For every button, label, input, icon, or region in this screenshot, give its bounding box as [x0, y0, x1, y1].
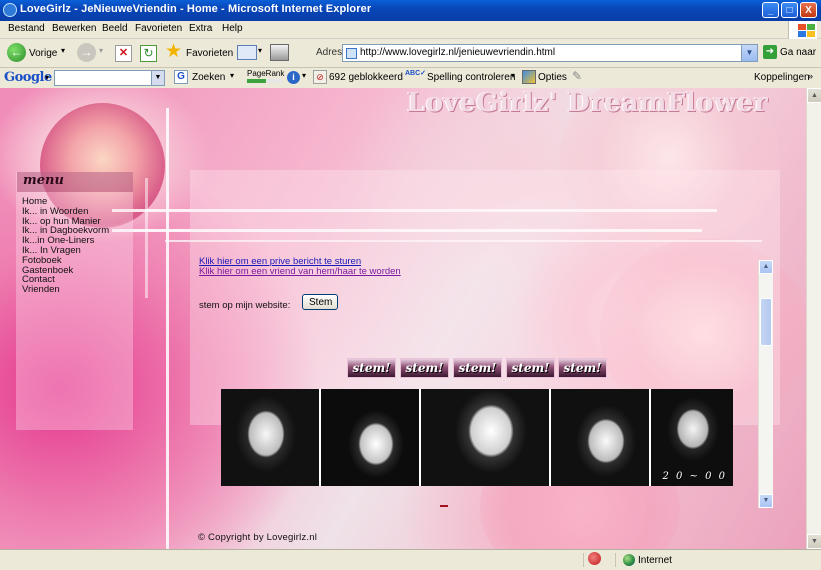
window-titlebar: LoveGirlz - JeNieuweVriendin - Home - Mi… [0, 0, 821, 21]
maximize-button[interactable]: □ [781, 2, 798, 18]
menu-header: menu [17, 172, 133, 192]
photo-strip: 2 0 ~ 0 0 [221, 389, 733, 486]
address-url[interactable]: http://www.lovegirlz.nl/jenieuwevriendin… [360, 47, 555, 58]
google-search-icon[interactable]: G [174, 70, 188, 84]
vote-badge[interactable]: stem! [400, 358, 449, 378]
page-icon [346, 48, 357, 59]
forward-arrow-icon[interactable]: → [77, 43, 96, 62]
popup-blocked-count[interactable]: 692 geblokkeerd [329, 72, 403, 83]
window-scrollbar[interactable]: ▲ ▼ [806, 88, 821, 549]
back-arrow-icon[interactable]: ← [7, 43, 26, 62]
stop-icon[interactable]: ✕ [115, 45, 132, 62]
mail-dropdown-icon[interactable]: ▾ [258, 46, 262, 55]
photo-image [551, 389, 651, 486]
options-icon[interactable] [522, 70, 536, 84]
forward-dropdown-icon[interactable]: ▾ [99, 46, 103, 55]
vote-badge[interactable]: stem! [558, 358, 607, 378]
options-button[interactable]: Opties [538, 72, 567, 83]
decorative-mark [440, 505, 448, 507]
spellcheck-button[interactable]: Spelling controleren [427, 72, 515, 83]
spellcheck-icon[interactable]: ABC✓ [405, 69, 426, 77]
photo-image [421, 389, 551, 486]
photo-image [321, 389, 421, 486]
spellcheck-dropdown-icon[interactable]: ▾ [511, 71, 515, 80]
internet-explorer-icon [3, 3, 17, 17]
content-frame [190, 170, 780, 425]
favorites-star-icon[interactable]: ★ [165, 42, 182, 61]
decorative-vertical-line [166, 108, 169, 549]
print-icon[interactable] [270, 44, 289, 61]
info-dropdown-icon[interactable]: ▾ [302, 71, 306, 80]
back-button-label[interactable]: Vorige [29, 48, 57, 59]
vote-button[interactable]: Stem [302, 294, 338, 310]
links-label[interactable]: Koppelingen [754, 72, 810, 83]
refresh-icon[interactable]: ↻ [140, 45, 157, 62]
links-chevron-icon[interactable]: » [808, 71, 813, 81]
search-dropdown-icon[interactable]: ▾ [230, 71, 234, 80]
favorites-button-label[interactable]: Favorieten [186, 48, 233, 59]
windows-logo-icon [788, 21, 817, 39]
popup-blocker-icon[interactable]: ⊘ [313, 70, 327, 84]
minimize-button[interactable]: _ [762, 2, 779, 18]
menu-bar: Bestand Bewerken Beeld Favorieten Extra … [0, 21, 821, 39]
scroll-up-arrow-icon[interactable]: ▲ [759, 260, 773, 274]
window-title: LoveGirlz - JeNieuweVriendin - Home - Mi… [20, 3, 372, 15]
go-arrow-icon[interactable]: ➜ [763, 45, 777, 59]
menu-bewerken[interactable]: Bewerken [52, 23, 96, 34]
close-button[interactable]: X [800, 2, 817, 18]
site-menu: Home Ik... in Woorden Ik... op hun Manie… [22, 197, 109, 295]
menu-extra[interactable]: Extra [189, 23, 212, 34]
back-dropdown-icon[interactable]: ▾ [61, 46, 65, 55]
window-scroll-down-icon[interactable]: ▼ [807, 534, 821, 549]
site-header-title: LoveGirlz' DreamFlower [407, 88, 769, 118]
go-button-label[interactable]: Ga naar [780, 47, 816, 58]
google-search-input[interactable]: ▼ [54, 70, 165, 86]
vote-badge[interactable]: stem! [347, 358, 396, 378]
scroll-down-arrow-icon[interactable]: ▼ [759, 494, 773, 508]
photo-image [221, 389, 321, 486]
google-dropdown-icon[interactable]: ▾ [45, 73, 49, 82]
pagerank-meter [247, 79, 282, 83]
menu-help[interactable]: Help [222, 23, 243, 34]
content-scrollbar[interactable]: ▲ ▼ [758, 260, 773, 508]
menu-beeld[interactable]: Beeld [102, 23, 128, 34]
menu-title: menu [23, 173, 64, 188]
google-search-button[interactable]: Zoeken [192, 72, 225, 83]
copyright-text: © Copyright by Lovegirlz.nl [198, 532, 318, 543]
address-label: Adres [316, 47, 343, 58]
address-dropdown-icon[interactable]: ▼ [741, 45, 757, 61]
window-scroll-up-icon[interactable]: ▲ [807, 88, 821, 103]
scroll-thumb[interactable] [760, 298, 772, 346]
status-divider [615, 553, 616, 567]
mail-icon[interactable] [237, 45, 257, 60]
menu-link-vrienden[interactable]: Vrienden [22, 285, 109, 295]
highlight-pen-icon[interactable]: ✎ [572, 69, 582, 83]
status-bar: Internet [0, 549, 821, 570]
photo-caption: 2 0 ~ 0 0 [662, 471, 727, 482]
pagerank-label[interactable]: PageRank [247, 69, 284, 78]
privacy-icon[interactable] [588, 552, 601, 565]
security-zone-label: Internet [638, 555, 672, 566]
status-divider [583, 553, 584, 567]
menu-favorieten[interactable]: Favorieten [135, 23, 182, 34]
vote-badges: stem! stem! stem! stem! stem! [347, 358, 607, 378]
search-history-dropdown-icon[interactable]: ▼ [151, 71, 164, 85]
decorative-vertical-line [145, 178, 148, 298]
internet-zone-globe-icon [623, 554, 635, 566]
address-bar[interactable]: http://www.lovegirlz.nl/jenieuwevriendin… [342, 44, 758, 62]
vote-badge[interactable]: stem! [453, 358, 502, 378]
vote-badge[interactable]: stem! [506, 358, 555, 378]
info-icon[interactable]: i [287, 71, 300, 84]
become-friend-link[interactable]: Klik hier om een vriend van hem/haar te … [199, 266, 401, 277]
menu-bestand[interactable]: Bestand [8, 23, 45, 34]
vote-text: stem op mijn website: [199, 300, 291, 311]
